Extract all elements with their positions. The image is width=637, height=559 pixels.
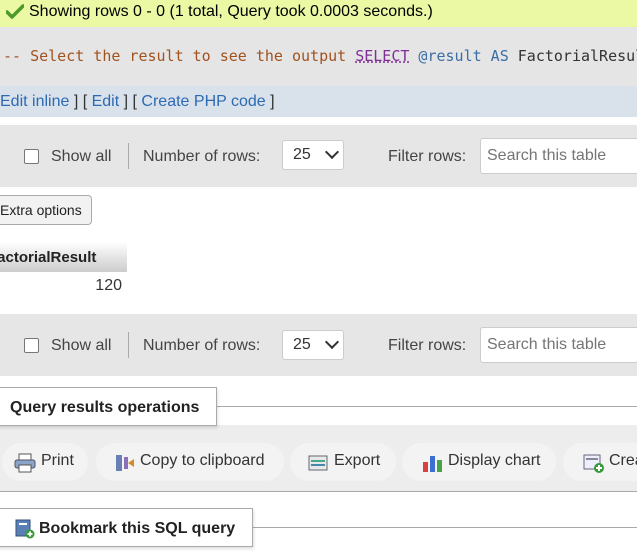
link-separator: ] bbox=[265, 93, 275, 110]
extra-options-button[interactable]: Extra options bbox=[0, 195, 92, 225]
query-results-operations-legend: Query results operations bbox=[0, 387, 217, 426]
sql-code: -- Select the result to see the output S… bbox=[3, 47, 637, 65]
number-of-rows-label: Number of rows: bbox=[143, 337, 261, 354]
show-all-label: Show all bbox=[51, 337, 112, 354]
chevron-down-icon bbox=[324, 144, 340, 160]
checkmark-icon bbox=[6, 4, 24, 19]
display-chart-button[interactable]: Display chart bbox=[402, 443, 556, 481]
filter-rows-input[interactable]: Search this table bbox=[480, 138, 637, 174]
table-cell[interactable]: 120 bbox=[95, 277, 122, 295]
export-label: Export bbox=[334, 452, 381, 469]
number-of-rows-select[interactable]: 25 bbox=[282, 140, 344, 170]
table-column-header[interactable]: FactorialResult bbox=[0, 242, 127, 272]
search-placeholder: Search this table bbox=[487, 336, 607, 353]
print-button[interactable]: Print bbox=[2, 443, 88, 481]
rows-select-value: 25 bbox=[293, 336, 311, 353]
export-button[interactable]: Export bbox=[290, 443, 396, 481]
divider bbox=[128, 332, 129, 358]
clipboard-icon bbox=[116, 455, 134, 471]
column-header-label: FactorialResult bbox=[0, 249, 97, 266]
display-chart-label: Display chart bbox=[448, 452, 541, 469]
show-all-checkbox[interactable] bbox=[24, 338, 39, 353]
table-row: 120 bbox=[0, 272, 127, 300]
create-view-icon bbox=[583, 454, 604, 473]
edit-links-row: Edit inline ] [ Edit ] [ Create PHP code… bbox=[0, 93, 275, 111]
copy-to-clipboard-label: Copy to clipboard bbox=[140, 452, 265, 469]
copy-to-clipboard-button[interactable]: Copy to clipboard bbox=[96, 443, 284, 481]
sql-query-display: -- Select the result to see the output S… bbox=[0, 27, 637, 86]
sql-alias: FactorialResul bbox=[517, 47, 637, 65]
filter-rows-input[interactable]: Search this table bbox=[480, 327, 637, 363]
success-message: Showing rows 0 - 0 (1 total, Query took … bbox=[29, 3, 433, 20]
export-icon bbox=[308, 455, 328, 471]
rows-select-value: 25 bbox=[293, 146, 311, 163]
create-view-label: Crea bbox=[609, 452, 637, 469]
bookmark-title: Bookmark this SQL query bbox=[39, 520, 236, 537]
bookmark-icon bbox=[15, 519, 35, 539]
link-separator: ] [ bbox=[119, 93, 142, 110]
extra-options-label: Extra options bbox=[0, 202, 82, 218]
chevron-down-icon bbox=[324, 334, 340, 350]
navigation-bar-top: Show all Number of rows: 25 Filter rows:… bbox=[0, 125, 637, 187]
sql-comment: -- Select the result to see the output bbox=[3, 47, 347, 65]
divider bbox=[128, 143, 129, 169]
edit-inline-link[interactable]: Edit inline bbox=[0, 93, 69, 110]
navigation-bar-bottom: Show all Number of rows: 25 Filter rows:… bbox=[0, 314, 637, 376]
filter-rows-label: Filter rows: bbox=[388, 148, 467, 165]
query-edit-links: Edit inline ] [ Edit ] [ Create PHP code… bbox=[0, 86, 637, 117]
create-php-code-link[interactable]: Create PHP code bbox=[141, 93, 265, 110]
printer-icon bbox=[14, 453, 36, 473]
query-results-operations-panel: Print Copy to clipboard Export Display c… bbox=[0, 425, 637, 491]
legend-title: Query results operations bbox=[10, 399, 200, 416]
link-separator: ] [ bbox=[69, 93, 92, 110]
create-view-button[interactable]: Crea bbox=[563, 443, 637, 481]
show-all-label: Show all bbox=[51, 148, 112, 165]
print-label: Print bbox=[41, 452, 74, 469]
fieldset-border bbox=[0, 491, 637, 492]
number-of-rows-label: Number of rows: bbox=[143, 148, 261, 165]
sql-variable: @result bbox=[418, 47, 482, 65]
show-all-checkbox[interactable] bbox=[24, 149, 39, 164]
search-placeholder: Search this table bbox=[487, 147, 607, 164]
success-banner: Showing rows 0 - 0 (1 total, Query took … bbox=[0, 0, 637, 27]
sql-keyword-select[interactable]: SELECT bbox=[355, 47, 409, 65]
number-of-rows-select[interactable]: 25 bbox=[282, 330, 344, 360]
sql-keyword-as: AS bbox=[490, 47, 509, 65]
bookmark-sql-query-legend[interactable]: Bookmark this SQL query bbox=[0, 508, 253, 547]
bar-chart-icon bbox=[423, 456, 442, 472]
filter-rows-label: Filter rows: bbox=[388, 337, 467, 354]
edit-link[interactable]: Edit bbox=[92, 93, 120, 110]
